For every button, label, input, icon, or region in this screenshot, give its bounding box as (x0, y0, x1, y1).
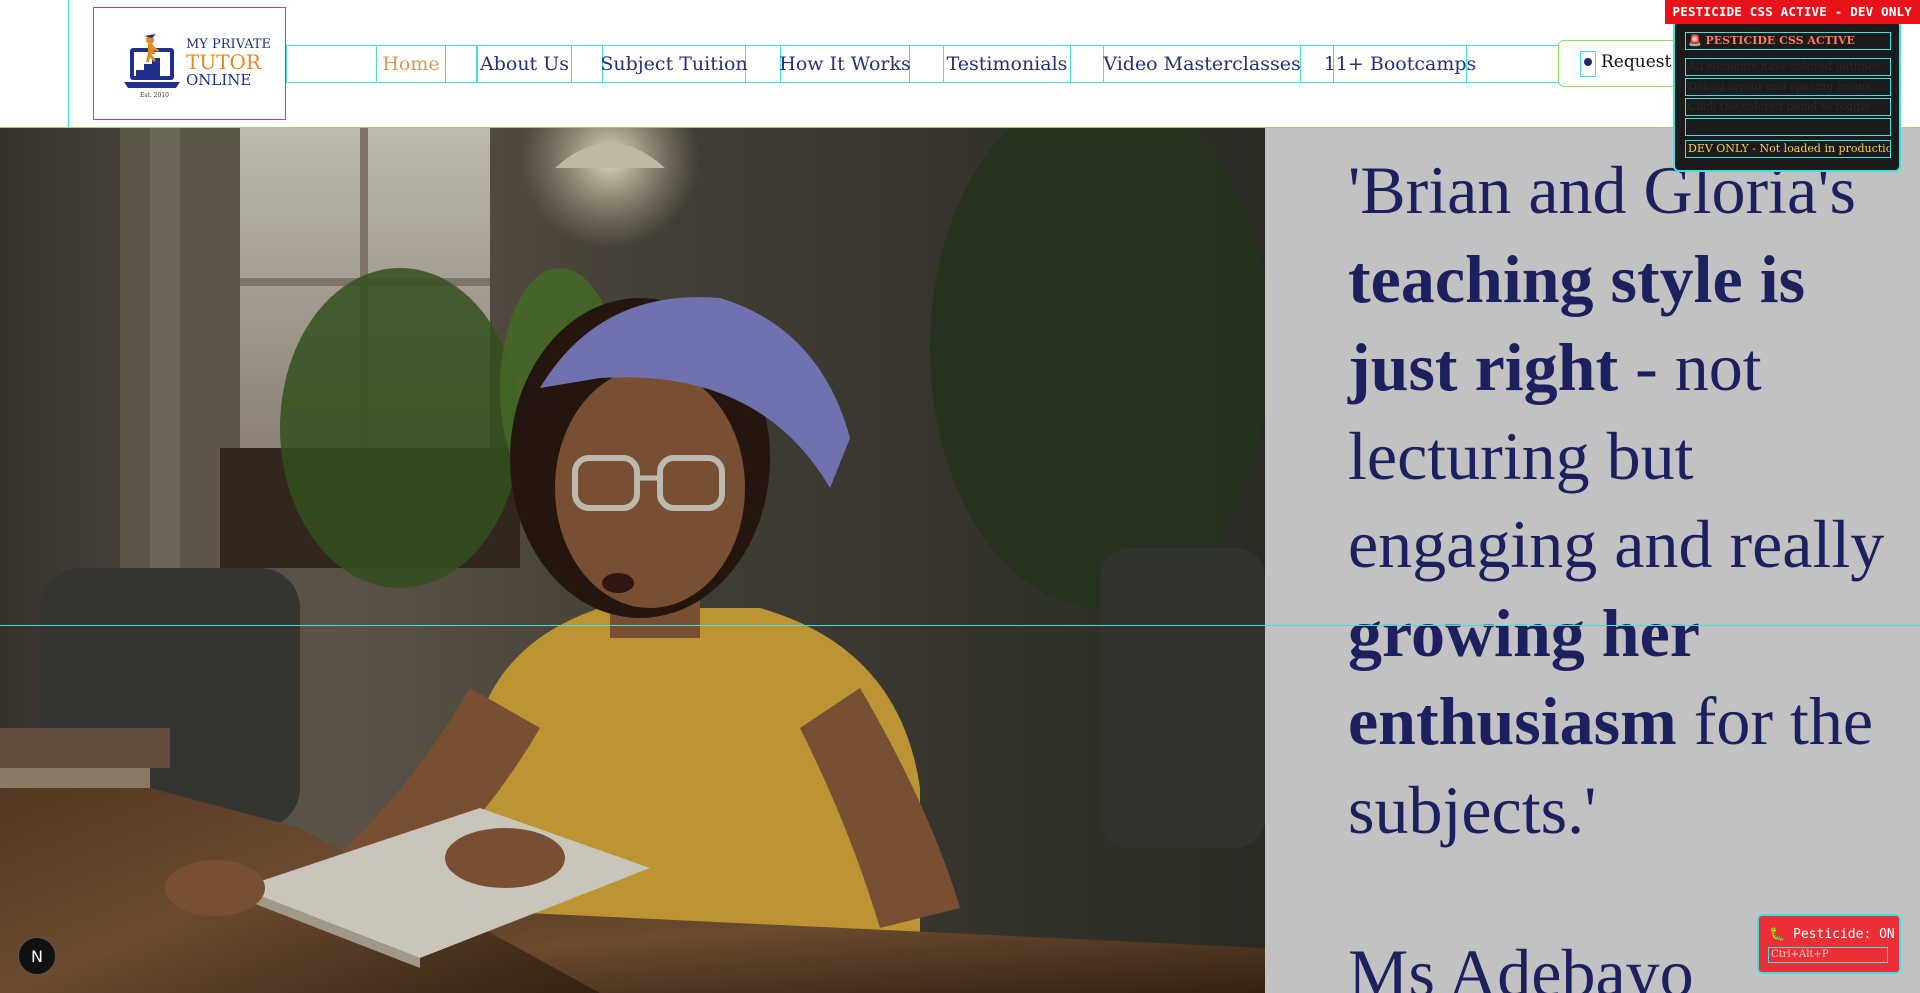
hero-section: 'Brian and Gloria's teaching style is ju… (0, 128, 1920, 993)
testimonial-panel: 'Brian and Gloria's teaching style is ju… (1265, 128, 1920, 993)
pesticide-panel-row: All elements have colored outlines (1685, 58, 1891, 76)
tutor-laptop-icon (124, 34, 180, 88)
nav-item-how-it-works[interactable]: How It Works (779, 45, 911, 83)
logo-line-2: TUTOR (186, 50, 261, 74)
testimonial-author: Ms Adebayo (1348, 935, 1694, 993)
site-logo[interactable]: MY PRIVATE TUTOR ONLINE Est. 2010 (93, 7, 286, 120)
pesticide-panel-row: Click the colored panel to toggle (1685, 98, 1891, 116)
hero-photo-girl-studying (0, 128, 1265, 993)
nav-item-11plus-bootcamps[interactable]: 11+ Bootcamps (1324, 45, 1476, 83)
nav-item-about-us[interactable]: About Us (477, 45, 572, 83)
site-header: MY PRIVATE TUTOR ONLINE Est. 2010 Home A… (0, 0, 1920, 127)
debug-outline (68, 0, 69, 127)
nav-item-testimonials[interactable]: Testimonials (943, 45, 1071, 83)
logo-est-year: Est. 2010 (140, 92, 169, 99)
pesticide-toggle-button[interactable]: 🐛 Pesticide: ON Ctrl+Alt+P (1757, 914, 1901, 974)
pesticide-panel-title: 🚨 PESTICIDE CSS ACTIVE (1685, 32, 1891, 50)
logo-line-3: ONLINE (186, 71, 252, 89)
pesticide-panel-footer: DEV ONLY - Not loaded in production (1685, 140, 1891, 158)
pesticide-toggle-shortcut: Ctrl+Alt+P (1768, 947, 1888, 963)
bullet-dot-icon (1584, 58, 1592, 66)
testimonial-quote: 'Brian and Gloria's teaching style is ju… (1348, 146, 1908, 854)
debug-outline (0, 625, 1920, 626)
hero-photo-illustration (0, 128, 1265, 993)
nextjs-dev-indicator-icon[interactable]: N (18, 937, 56, 975)
nav-item-subject-tuition[interactable]: Subject Tuition (600, 45, 748, 83)
pesticide-panel-row (1685, 118, 1891, 136)
pesticide-dev-badge: PESTICIDE CSS ACTIVE - DEV ONLY (1664, 0, 1920, 24)
quote-part-bold: growing her enthusiasm (1348, 594, 1699, 760)
pesticide-info-panel[interactable]: 🚨 PESTICIDE CSS ACTIVE All elements have… (1673, 20, 1901, 172)
nav-item-home[interactable]: Home (376, 45, 446, 83)
pesticide-toggle-label: 🐛 Pesticide: ON (1769, 927, 1895, 942)
pesticide-panel-row: Debug layout and spacing issues (1685, 78, 1891, 96)
nav-item-video-masterclasses[interactable]: Video Masterclasses (1103, 45, 1301, 83)
logo-wordmark: MY PRIVATE TUTOR ONLINE (186, 38, 271, 88)
